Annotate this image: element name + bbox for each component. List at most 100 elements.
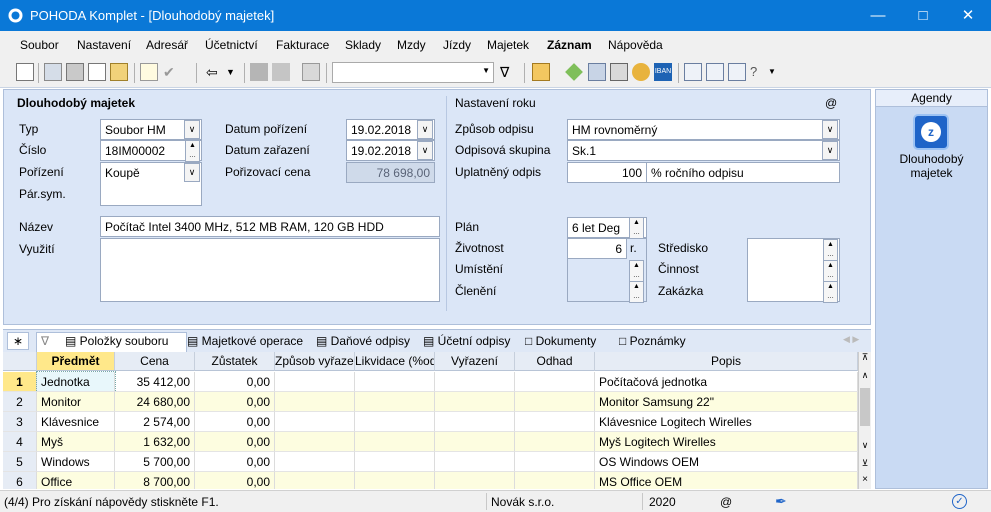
door-icon[interactable] [16,63,34,81]
cell-cena[interactable]: 24 680,00 [115,392,195,412]
table-row[interactable]: 1 Jednotka 35 412,00 0,00 Počítačová jednotk… [3,371,858,393]
scroll-up-icon[interactable]: ∧ [859,370,871,384]
cell-empty[interactable] [275,452,355,472]
tab-poznamky[interactable]: □ Poznámky [619,334,686,348]
menu-napoveda[interactable]: Nápověda [608,38,663,52]
nazev-field[interactable]: Počítač Intel 3400 MHz, 512 MB RAM, 120 … [100,216,440,237]
check-circle-icon[interactable]: ✓ [952,494,967,509]
odpisova-skupina-field[interactable]: Sk.1 [567,140,840,161]
save-icon[interactable] [272,63,290,81]
uplatneny-odpis-field[interactable]: 100 [567,162,647,183]
cell-zustatek[interactable]: 0,00 [195,432,275,452]
iban-icon[interactable]: IBAN [654,63,672,81]
row-number[interactable]: 1 [3,372,37,392]
cell-zustatek[interactable]: 0,00 [195,372,275,392]
chevron-down-icon[interactable]: ∨ [822,141,838,160]
menu-fakturace[interactable]: Fakturace [276,38,329,52]
cell-empty[interactable] [355,452,435,472]
menu-jizdy[interactable]: Jízdy [443,38,471,52]
cell-zustatek[interactable]: 0,00 [195,392,275,412]
cell-predmet[interactable]: Windows [37,452,115,472]
scroll-down-icon[interactable]: ∨ [859,440,871,454]
export-icon[interactable] [110,63,128,81]
filter-combo[interactable]: ▼ [332,62,494,83]
cell-popis[interactable]: OS Windows OEM [595,452,858,472]
cell-popis[interactable]: Monitor Samsung 22" [595,392,858,412]
umisteni-spin[interactable]: ▲… [629,260,644,282]
cell-zustatek[interactable]: 0,00 [195,452,275,472]
column-header[interactable]: Zůstatek [195,352,275,371]
coins-icon[interactable] [632,63,650,81]
grid-scrollbar[interactable]: ⊼ ∧ ∨ ⊻ × [858,352,871,489]
cell-empty[interactable] [275,392,355,412]
status-at-icon[interactable]: @ [720,495,732,509]
cell-empty[interactable] [515,472,595,489]
table-row[interactable]: 2 Monitor 24 680,00 0,00 Monitor Samsung 22" [3,392,858,412]
cell-popis[interactable]: Klávesnice Logitech Wirelles [595,412,858,432]
cell-empty[interactable] [355,412,435,432]
filter-icon[interactable]: ∇ [500,63,518,81]
minimize-button[interactable]: — [855,0,901,31]
column-header[interactable]: Vyřazení [435,352,515,371]
cell-predmet[interactable]: Office [37,472,115,489]
row-number[interactable]: 5 [3,452,37,472]
print-preview-icon[interactable] [88,63,106,81]
row-number[interactable]: 4 [3,432,37,452]
cinnost-spin[interactable]: ▲… [823,260,838,282]
cell-empty[interactable] [355,392,435,412]
cell-empty[interactable] [435,372,515,392]
chevron-down-icon[interactable]: ∨ [822,120,838,139]
menu-nastaveni[interactable]: Nastavení [77,38,131,52]
cell-empty[interactable] [355,432,435,452]
menu-sklady[interactable]: Sklady [345,38,381,52]
copy-record-icon[interactable] [44,63,62,81]
scrollbar-thumb[interactable] [860,388,870,426]
cell-cena[interactable]: 5 700,00 [115,452,195,472]
cell-empty[interactable] [355,472,435,489]
cell-cena[interactable]: 2 574,00 [115,412,195,432]
cell-cena[interactable]: 35 412,00 [115,372,195,392]
row-number[interactable]: 6 [3,472,37,489]
cell-empty[interactable] [435,432,515,452]
stredisko-spin[interactable]: ▲… [823,239,838,261]
chevron-down-icon[interactable]: ▼ [768,63,786,81]
menu-majetek[interactable]: Majetek [487,38,529,52]
close-icon[interactable]: × [859,474,871,488]
menu-mzdy[interactable]: Mzdy [397,38,426,52]
cell-cena[interactable]: 8 700,00 [115,472,195,489]
cell-empty[interactable] [275,472,355,489]
asterisk-icon[interactable]: ∗ [7,332,29,350]
menu-adresar[interactable]: Adresář [146,38,188,52]
agendy-item[interactable]: Dlouhodobý majetek [880,152,983,180]
delete-icon[interactable] [250,63,268,81]
clipboard-icon[interactable] [302,63,320,81]
maximize-button[interactable]: □ [900,0,946,31]
row-number[interactable]: 2 [3,392,37,412]
plan-spin[interactable]: ▲… [629,217,644,239]
cell-popis[interactable]: MS Office OEM [595,472,858,489]
chevron-down-icon[interactable]: ▼ [226,63,244,81]
cell-empty[interactable] [515,452,595,472]
back-arrow-icon[interactable]: ⇦ [206,63,224,81]
menu-ucetnictvi[interactable]: Účetnictví [205,38,258,52]
cell-empty[interactable] [435,412,515,432]
cell-predmet[interactable]: Jednotka [36,371,116,393]
print-icon[interactable] [66,63,84,81]
table-row[interactable]: 3 Klávesnice 2 574,00 0,00 Klávesnice Logite… [3,412,858,432]
asset-agenda-icon[interactable]: z [913,114,949,150]
zpusob-odpisu-field[interactable]: HM rovnoměrný [567,119,840,140]
help-icon[interactable]: ? [750,63,768,81]
chevron-down-icon[interactable]: ∨ [184,163,200,182]
document-icon[interactable] [728,63,746,81]
cell-empty[interactable] [435,472,515,489]
cislo-spin[interactable]: ▲… [185,140,200,162]
column-header[interactable]: Předmět [37,352,115,371]
list-icon[interactable] [706,63,724,81]
cell-empty[interactable] [435,392,515,412]
table-row[interactable]: 6 Office 8 700,00 0,00 MS Office OEM [3,472,858,489]
vyuziti-field[interactable] [100,238,440,302]
menu-soubor[interactable]: Soubor [20,38,59,52]
pen-icon[interactable]: ✒ [775,493,787,510]
cell-empty[interactable] [275,432,355,452]
tab-scroll-arrows[interactable]: ◀ ▶ [843,334,859,345]
